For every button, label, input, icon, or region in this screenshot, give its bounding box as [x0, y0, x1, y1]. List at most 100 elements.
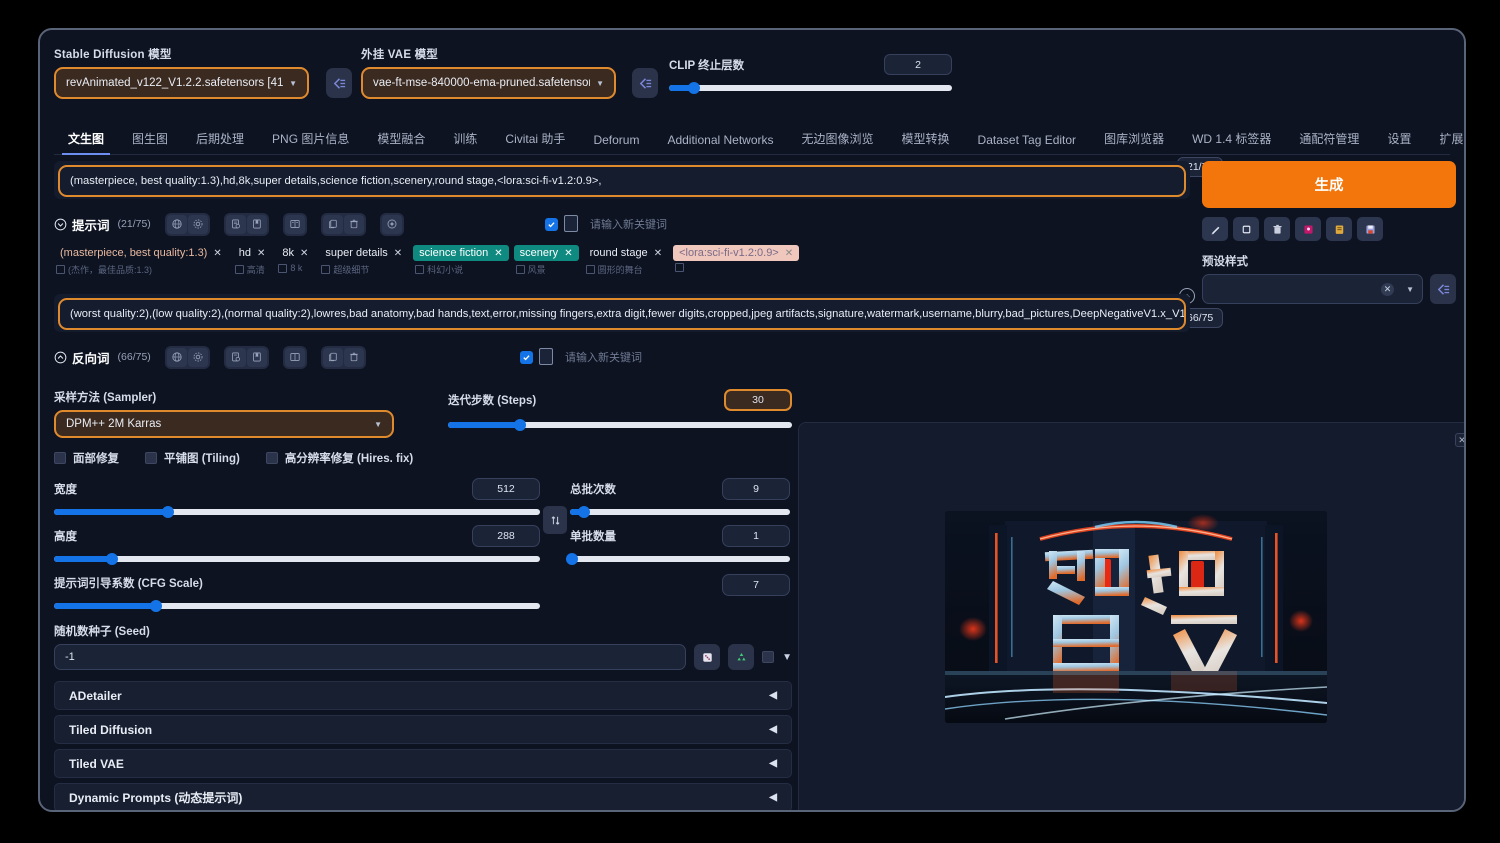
- recycle-seed-button[interactable]: [728, 644, 755, 670]
- send-to-extras-button[interactable]: [1326, 217, 1352, 241]
- prompt-tag[interactable]: super details ✕ 超级细节: [319, 245, 408, 276]
- sampler-dropdown[interactable]: DPM++ 2M Karras ▼: [54, 410, 394, 438]
- prompt-tag[interactable]: (masterpiece, best quality:1.3) ✕ (杰作，最佳品…: [54, 245, 228, 276]
- clear-styles-icon[interactable]: ✕: [1381, 282, 1395, 296]
- tab-train[interactable]: 训练: [439, 130, 491, 154]
- tab-additional-networks[interactable]: Additional Networks: [653, 133, 787, 154]
- cfg-slider[interactable]: [54, 600, 540, 612]
- interrupt-button[interactable]: [1202, 217, 1228, 241]
- swap-dimensions-button[interactable]: [543, 506, 567, 534]
- refresh-styles-button[interactable]: [1430, 274, 1456, 304]
- copy-prompt-button[interactable]: [322, 214, 343, 234]
- copy-prompt-button[interactable]: [322, 347, 343, 367]
- sd-model-refresh-button[interactable]: [326, 68, 352, 98]
- apply-style-button[interactable]: [284, 214, 305, 234]
- tab-settings[interactable]: 设置: [1373, 130, 1425, 154]
- tab-png-info[interactable]: PNG 图片信息: [258, 130, 363, 154]
- tab-checkpoint-merger[interactable]: 模型融合: [363, 130, 439, 154]
- tab-txt2img[interactable]: 文生图: [54, 130, 118, 155]
- clear-gallery-button[interactable]: [1264, 217, 1290, 241]
- clear-prompt-button[interactable]: [343, 347, 364, 367]
- hires-fix-checkbox[interactable]: [265, 452, 278, 464]
- remove-tag-icon[interactable]: ✕: [257, 248, 265, 259]
- steps-slider[interactable]: [448, 419, 792, 431]
- negative-new-keyword-input[interactable]: 请输入新关键词: [535, 347, 1190, 367]
- steps-value[interactable]: 30: [724, 389, 792, 411]
- seed-input[interactable]: -1: [54, 644, 687, 670]
- accordion-tiled-vae[interactable]: Tiled VAE ◀: [54, 749, 792, 778]
- negative-prompt-input[interactable]: (worst quality:2),(low quality:2),(norma…: [58, 298, 1186, 330]
- cfg-value[interactable]: 7: [722, 574, 790, 596]
- batch-size-slider[interactable]: [566, 553, 790, 565]
- tab-extensions[interactable]: 扩展: [1425, 130, 1464, 154]
- remove-tag-icon[interactable]: ✕: [785, 248, 793, 259]
- new-keyword-checkbox[interactable]: [520, 350, 533, 364]
- tab-dataset-tag-editor[interactable]: Dataset Tag Editor: [964, 133, 1091, 154]
- tab-wd-tagger[interactable]: WD 1.4 标签器: [1178, 130, 1285, 154]
- prompt-tag[interactable]: 8k ✕ 8 k: [276, 245, 314, 273]
- vae-model-refresh-button[interactable]: [632, 68, 658, 98]
- prompt-tag[interactable]: hd ✕ 高清: [233, 245, 272, 276]
- sd-model-dropdown[interactable]: revAnimated_v122_V1.2.2.safetensors [419…: [54, 67, 309, 99]
- prompt-tag[interactable]: scenery ✕ 风景: [513, 245, 579, 276]
- batch-count-slider[interactable]: [570, 506, 790, 518]
- save-style-button[interactable]: [246, 347, 267, 367]
- prompt-tag[interactable]: round stage ✕ 圆形的舞台: [584, 245, 669, 276]
- prompt-new-keyword-input[interactable]: 请输入新关键词: [560, 214, 1190, 234]
- batch-size-value[interactable]: 1: [722, 525, 790, 547]
- tab-model-converter[interactable]: 模型转换: [888, 130, 964, 154]
- settings-gear-button[interactable]: [187, 214, 208, 234]
- remove-tag-icon[interactable]: ✕: [494, 248, 502, 259]
- read-generation-params-button[interactable]: [225, 347, 246, 367]
- remove-tag-icon[interactable]: ✕: [654, 248, 662, 259]
- remove-tag-icon[interactable]: ✕: [300, 248, 308, 259]
- new-keyword-checkbox[interactable]: [545, 217, 558, 231]
- prompt-tag[interactable]: <lora:sci-fi-v1.2:0.9> ✕: [673, 245, 800, 272]
- apply-style-button[interactable]: [284, 347, 305, 367]
- read-generation-params-button[interactable]: [225, 214, 246, 234]
- clear-prompt-button[interactable]: [343, 214, 364, 234]
- batch-count-value[interactable]: 9: [722, 478, 790, 500]
- vae-model-dropdown[interactable]: vae-ft-mse-840000-ema-pruned.safetensors…: [361, 67, 616, 99]
- styles-dropdown[interactable]: ✕ ▼: [1202, 274, 1423, 304]
- chevron-circle-up-icon[interactable]: [54, 351, 67, 364]
- extra-seed-checkbox[interactable]: [762, 651, 775, 663]
- tab-extras[interactable]: 后期处理: [182, 130, 258, 154]
- width-value[interactable]: 512: [472, 478, 540, 500]
- save-image-button[interactable]: [1295, 217, 1321, 241]
- skip-button[interactable]: [1233, 217, 1259, 241]
- accordion-tiled-diffusion[interactable]: Tiled Diffusion ◀: [54, 715, 792, 744]
- send-to-img2img-button[interactable]: [1357, 217, 1383, 241]
- tab-wildcards-manager[interactable]: 通配符管理: [1285, 130, 1373, 154]
- height-slider[interactable]: [54, 553, 540, 565]
- restore-faces-checkbox[interactable]: [54, 452, 66, 464]
- tab-image-browser[interactable]: 图库浏览器: [1090, 130, 1178, 154]
- height-value[interactable]: 288: [472, 525, 540, 547]
- prompt-tag[interactable]: science fiction ✕ 科幻小说: [413, 245, 509, 276]
- translate-globe-button[interactable]: [166, 214, 187, 234]
- tab-deforum[interactable]: Deforum: [579, 133, 653, 154]
- remove-tag-icon[interactable]: ✕: [213, 248, 221, 259]
- tab-civitai-helper[interactable]: Civitai 助手: [491, 130, 579, 154]
- random-seed-button[interactable]: [694, 644, 721, 670]
- settings-gear-button[interactable]: [187, 347, 208, 367]
- clip-skip-value[interactable]: 2: [884, 54, 952, 75]
- accordion-dynamic-prompts[interactable]: Dynamic Prompts (动态提示词) ◀: [54, 783, 792, 810]
- close-preview-button[interactable]: ✕: [1455, 433, 1464, 447]
- generate-button[interactable]: 生成: [1202, 161, 1456, 208]
- width-slider[interactable]: [54, 506, 540, 518]
- clip-skip-slider[interactable]: [669, 82, 952, 94]
- remove-tag-icon[interactable]: ✕: [564, 248, 572, 259]
- sparkle-ai-button[interactable]: [381, 214, 402, 234]
- extra-seed-expand-icon[interactable]: ▼: [782, 652, 792, 663]
- tab-infinite-image-browsing[interactable]: 无边图像浏览: [788, 130, 888, 154]
- accordion-adetailer[interactable]: ADetailer ◀: [54, 681, 792, 710]
- tiling-checkbox[interactable]: [145, 452, 157, 464]
- tab-img2img[interactable]: 图生图: [118, 130, 182, 154]
- save-style-button[interactable]: [246, 214, 267, 234]
- chevron-circle-down-icon[interactable]: [54, 218, 67, 231]
- prompt-input[interactable]: (masterpiece, best quality:1.3),hd,8k,su…: [58, 165, 1186, 197]
- translate-globe-button[interactable]: [166, 347, 187, 367]
- generated-image[interactable]: [945, 511, 1327, 723]
- remove-tag-icon[interactable]: ✕: [394, 248, 402, 259]
